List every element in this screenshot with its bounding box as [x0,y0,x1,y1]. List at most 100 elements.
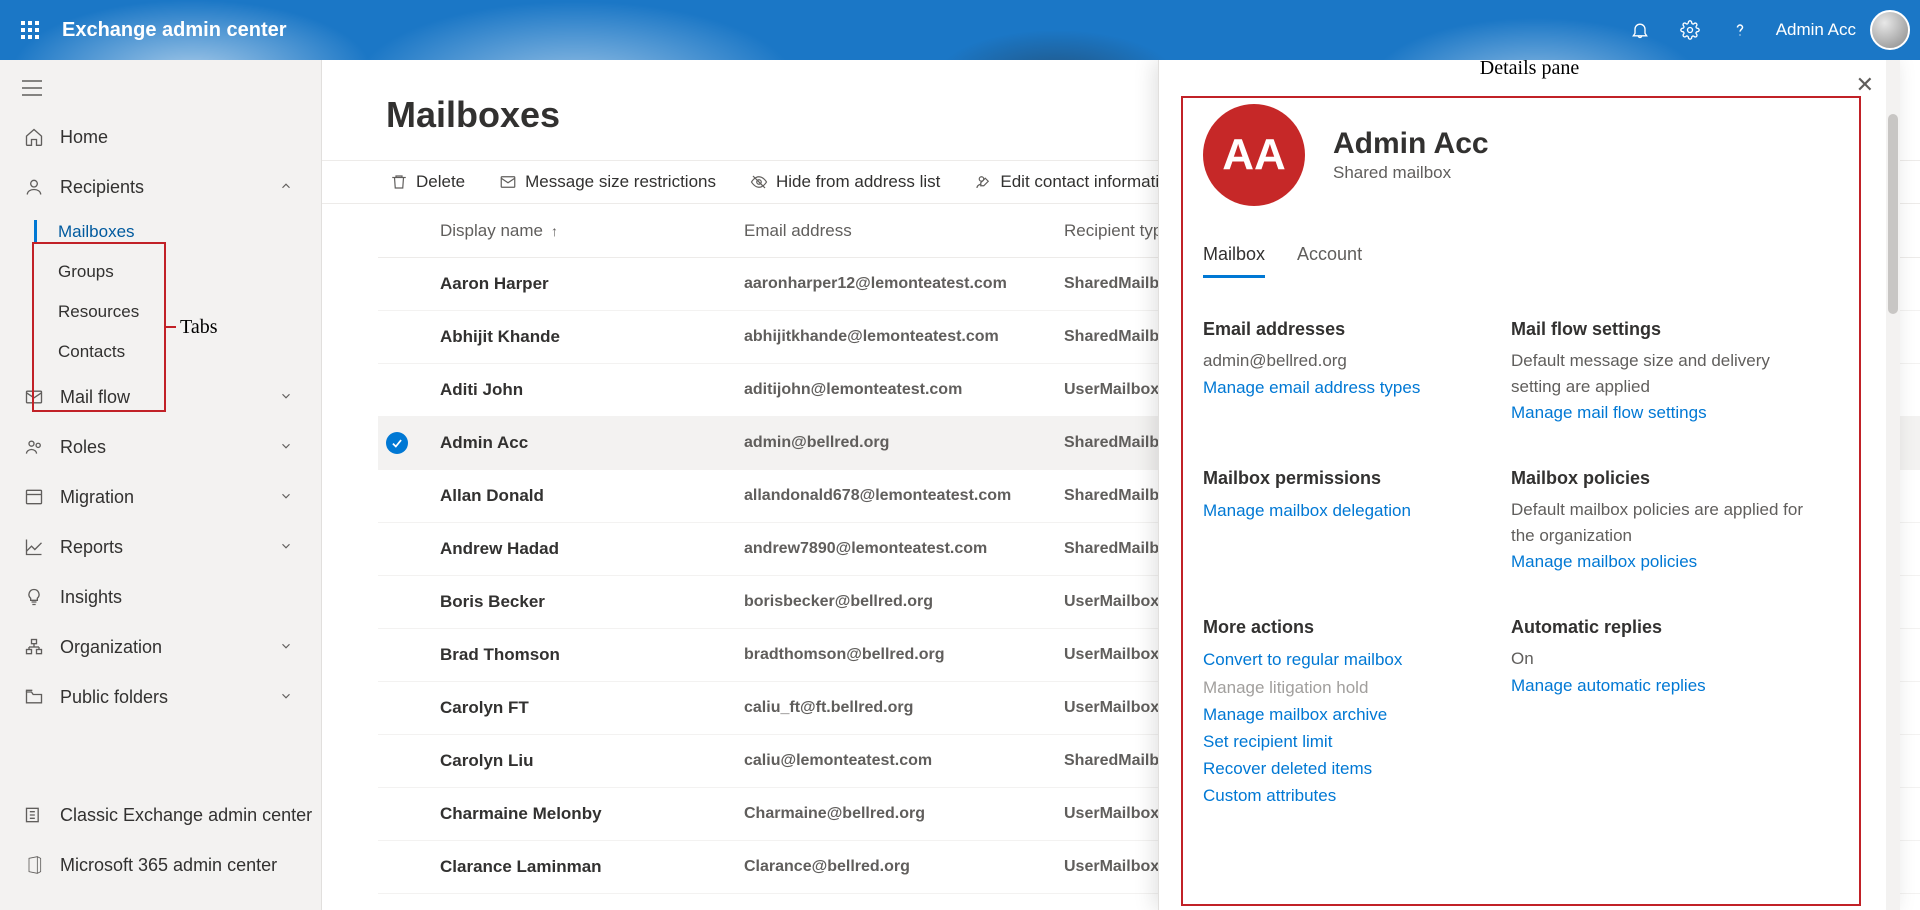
tab-account[interactable]: Account [1297,244,1362,278]
sidebar-label: Public folders [60,687,168,708]
section-auto-replies: Automatic replies On Manage automatic re… [1511,617,1811,809]
col-header-email[interactable]: Email address [744,221,1064,241]
sidebar-item-recipients[interactable]: Recipients [0,162,321,212]
sidebar-sub-resources[interactable]: Resources [0,292,321,332]
cell-name: Admin Acc [424,433,744,453]
brand-title: Exchange admin center [62,19,287,42]
details-title: Admin Acc [1333,127,1489,161]
user-avatar[interactable] [1870,10,1910,50]
close-icon[interactable]: ✕ [1856,72,1874,98]
scrollbar-thumb[interactable] [1888,114,1898,314]
chevron-down-icon [279,487,293,508]
chevron-down-icon [279,687,293,708]
user-name[interactable]: Admin Acc [1776,20,1856,40]
sidebar-item-migration[interactable]: Migration [0,472,321,522]
cell-email: andrew7890@lemonteatest.com [744,540,1064,558]
cell-email: aditijohn@lemonteatest.com [744,381,1064,399]
help-icon[interactable] [1718,8,1762,52]
chevron-up-icon [279,177,293,198]
cell-name: Allan Donald [424,486,744,506]
sidebar: Home Recipients Mailboxes Groups Resourc… [0,60,322,910]
link-manage-policies[interactable]: Manage mailbox policies [1511,548,1811,575]
link-custom-attrs[interactable]: Custom attributes [1203,782,1503,809]
sort-asc-icon: ↑ [551,223,558,239]
cell-email: abhijitkhande@lemonteatest.com [744,328,1064,346]
tab-mailbox[interactable]: Mailbox [1203,244,1265,278]
sidebar-label: Classic Exchange admin center [60,805,312,826]
annotation-tabs-label: Tabs [180,316,217,339]
row-checked-icon[interactable] [386,432,408,454]
sidebar-toggle-icon[interactable] [22,80,42,101]
sidebar-sub-groups[interactable]: Groups [0,252,321,292]
edit-contact-button[interactable]: Edit contact information [962,163,1190,201]
cell-email: caliu_ft@ft.bellred.org [744,699,1064,717]
m365-icon [22,855,46,875]
main-content: Mailboxes Delete Message size restrictio… [322,60,1920,910]
annotation-details-label: Details pane [1480,60,1579,80]
app-launcher-icon[interactable] [10,10,50,50]
details-scrollbar[interactable] [1886,60,1900,910]
sidebar-item-insights[interactable]: Insights [0,572,321,622]
cell-email: aaronharper12@lemonteatest.com [744,275,1064,293]
sidebar-label: Reports [60,537,123,558]
chevron-down-icon [279,637,293,658]
chart-icon [22,537,46,557]
sidebar-item-publicfolders[interactable]: Public folders [0,672,321,722]
details-tabs: Mailbox Account [1203,244,1860,279]
person-icon [22,177,46,197]
link-convert-regular[interactable]: Convert to regular mailbox [1203,646,1503,673]
sidebar-sub-contacts[interactable]: Contacts [0,332,321,372]
settings-icon[interactable] [1668,8,1712,52]
hide-button[interactable]: Hide from address list [738,163,952,201]
cell-email: bradthomson@bellred.org [744,646,1064,664]
folder-icon [22,687,46,707]
sidebar-item-organization[interactable]: Organization [0,622,321,672]
link-recover-deleted[interactable]: Recover deleted items [1203,755,1503,782]
link-manage-delegation[interactable]: Manage mailbox delegation [1203,497,1503,524]
delete-button[interactable]: Delete [378,163,477,201]
sidebar-label: Recipients [60,177,144,198]
cell-name: Charmaine Melonby [424,804,744,824]
cell-name: Andrew Hadad [424,539,744,559]
sidebar-item-classic-eac[interactable]: Classic Exchange admin center [0,790,321,840]
sidebar-sub-mailboxes[interactable]: Mailboxes [0,212,321,252]
sidebar-label: Insights [60,587,122,608]
section-policies: Mailbox policies Default mailbox policie… [1511,468,1811,575]
cell-name: Clarance Laminman [424,857,744,877]
col-header-name[interactable]: Display name↑ [424,221,744,241]
sidebar-item-mailflow[interactable]: Mail flow [0,372,321,422]
link-manage-email-types[interactable]: Manage email address types [1203,374,1503,401]
cell-email: Clarance@bellred.org [744,858,1064,876]
sidebar-label: Organization [60,637,162,658]
link-manage-auto-replies[interactable]: Manage automatic replies [1511,672,1811,699]
cell-email: caliu@lemonteatest.com [744,752,1064,770]
sidebar-item-roles[interactable]: Roles [0,422,321,472]
exchange-icon [22,805,46,825]
msg-size-button[interactable]: Message size restrictions [487,163,728,201]
annotation-bracket [166,326,176,328]
sidebar-item-reports[interactable]: Reports [0,522,321,572]
link-litigation-hold: Manage litigation hold [1203,674,1503,701]
lightbulb-icon [22,587,46,607]
cell-email: Charmaine@bellred.org [744,805,1064,823]
section-mailflow-settings: Mail flow settings Default message size … [1511,319,1811,426]
cell-email: allandonald678@lemonteatest.com [744,487,1064,505]
chevron-down-icon [279,387,293,408]
cell-name: Carolyn FT [424,698,744,718]
sidebar-label: Mail flow [60,387,130,408]
sidebar-label: Home [60,127,108,148]
chevron-down-icon [279,537,293,558]
chevron-down-icon [279,437,293,458]
cell-name: Abhijit Khande [424,327,744,347]
sidebar-item-home[interactable]: Home [0,112,321,162]
mail-icon [22,387,46,407]
header-bar: Exchange admin center Admin Acc [0,0,1920,60]
sidebar-item-m365-admin[interactable]: Microsoft 365 admin center [0,840,321,890]
link-manage-mailflow[interactable]: Manage mail flow settings [1511,399,1811,426]
link-recipient-limit[interactable]: Set recipient limit [1203,728,1503,755]
link-mailbox-archive[interactable]: Manage mailbox archive [1203,701,1503,728]
cell-email: borisbecker@bellred.org [744,593,1064,611]
sidebar-label: Microsoft 365 admin center [60,855,277,876]
home-icon [22,127,46,147]
notifications-icon[interactable] [1618,8,1662,52]
